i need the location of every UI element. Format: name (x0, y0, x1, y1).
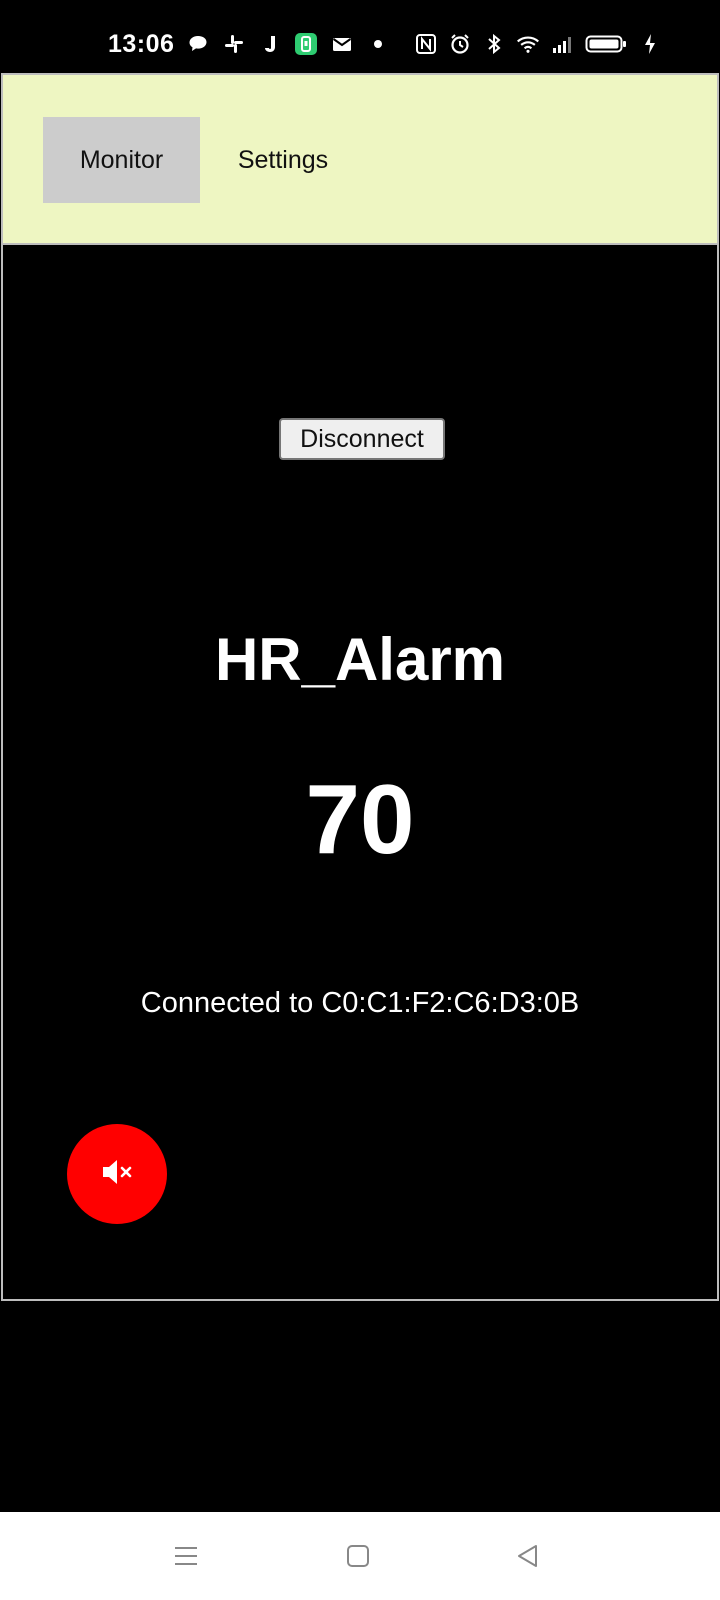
notification-icons (186, 32, 390, 56)
bluetooth-icon (482, 32, 506, 56)
tab-monitor[interactable]: Monitor (43, 117, 200, 203)
signal-icon (550, 32, 574, 56)
slack-icon (222, 32, 246, 56)
status-bar: 13:06 (0, 0, 720, 72)
mute-button[interactable] (67, 1124, 167, 1224)
dot-icon (366, 32, 390, 56)
navigation-bar (0, 1512, 720, 1600)
mute-icon (97, 1152, 137, 1197)
menu-icon[interactable] (168, 1538, 204, 1574)
device-name: HR_Alarm (214, 626, 506, 693)
chat-bubble-icon (186, 32, 210, 56)
mail-icon (330, 32, 354, 56)
green-app-icon (294, 32, 318, 56)
j-app-icon (258, 32, 282, 56)
battery-icon (584, 32, 628, 56)
disconnect-button[interactable]: Disconnect (279, 418, 445, 460)
back-icon[interactable] (510, 1538, 546, 1574)
heart-rate-value: 70 (305, 764, 415, 874)
connection-status: Connected to C0:C1:F2:C6:D3:0B (140, 987, 580, 1019)
alarm-icon (448, 32, 472, 56)
tab-settings[interactable]: Settings (218, 117, 348, 203)
status-time: 13:06 (108, 30, 175, 58)
system-icons (414, 32, 662, 56)
tab-settings-label: Settings (237, 145, 329, 174)
wifi-icon (516, 32, 540, 56)
app-frame: Monitor Settings Disconnect HR_Alarm 70 … (1, 73, 719, 1301)
charging-icon (638, 32, 662, 56)
home-icon[interactable] (340, 1538, 376, 1574)
nfc-icon (414, 32, 438, 56)
tab-strip: Monitor Settings (3, 75, 717, 245)
tab-monitor-label: Monitor (79, 145, 164, 174)
